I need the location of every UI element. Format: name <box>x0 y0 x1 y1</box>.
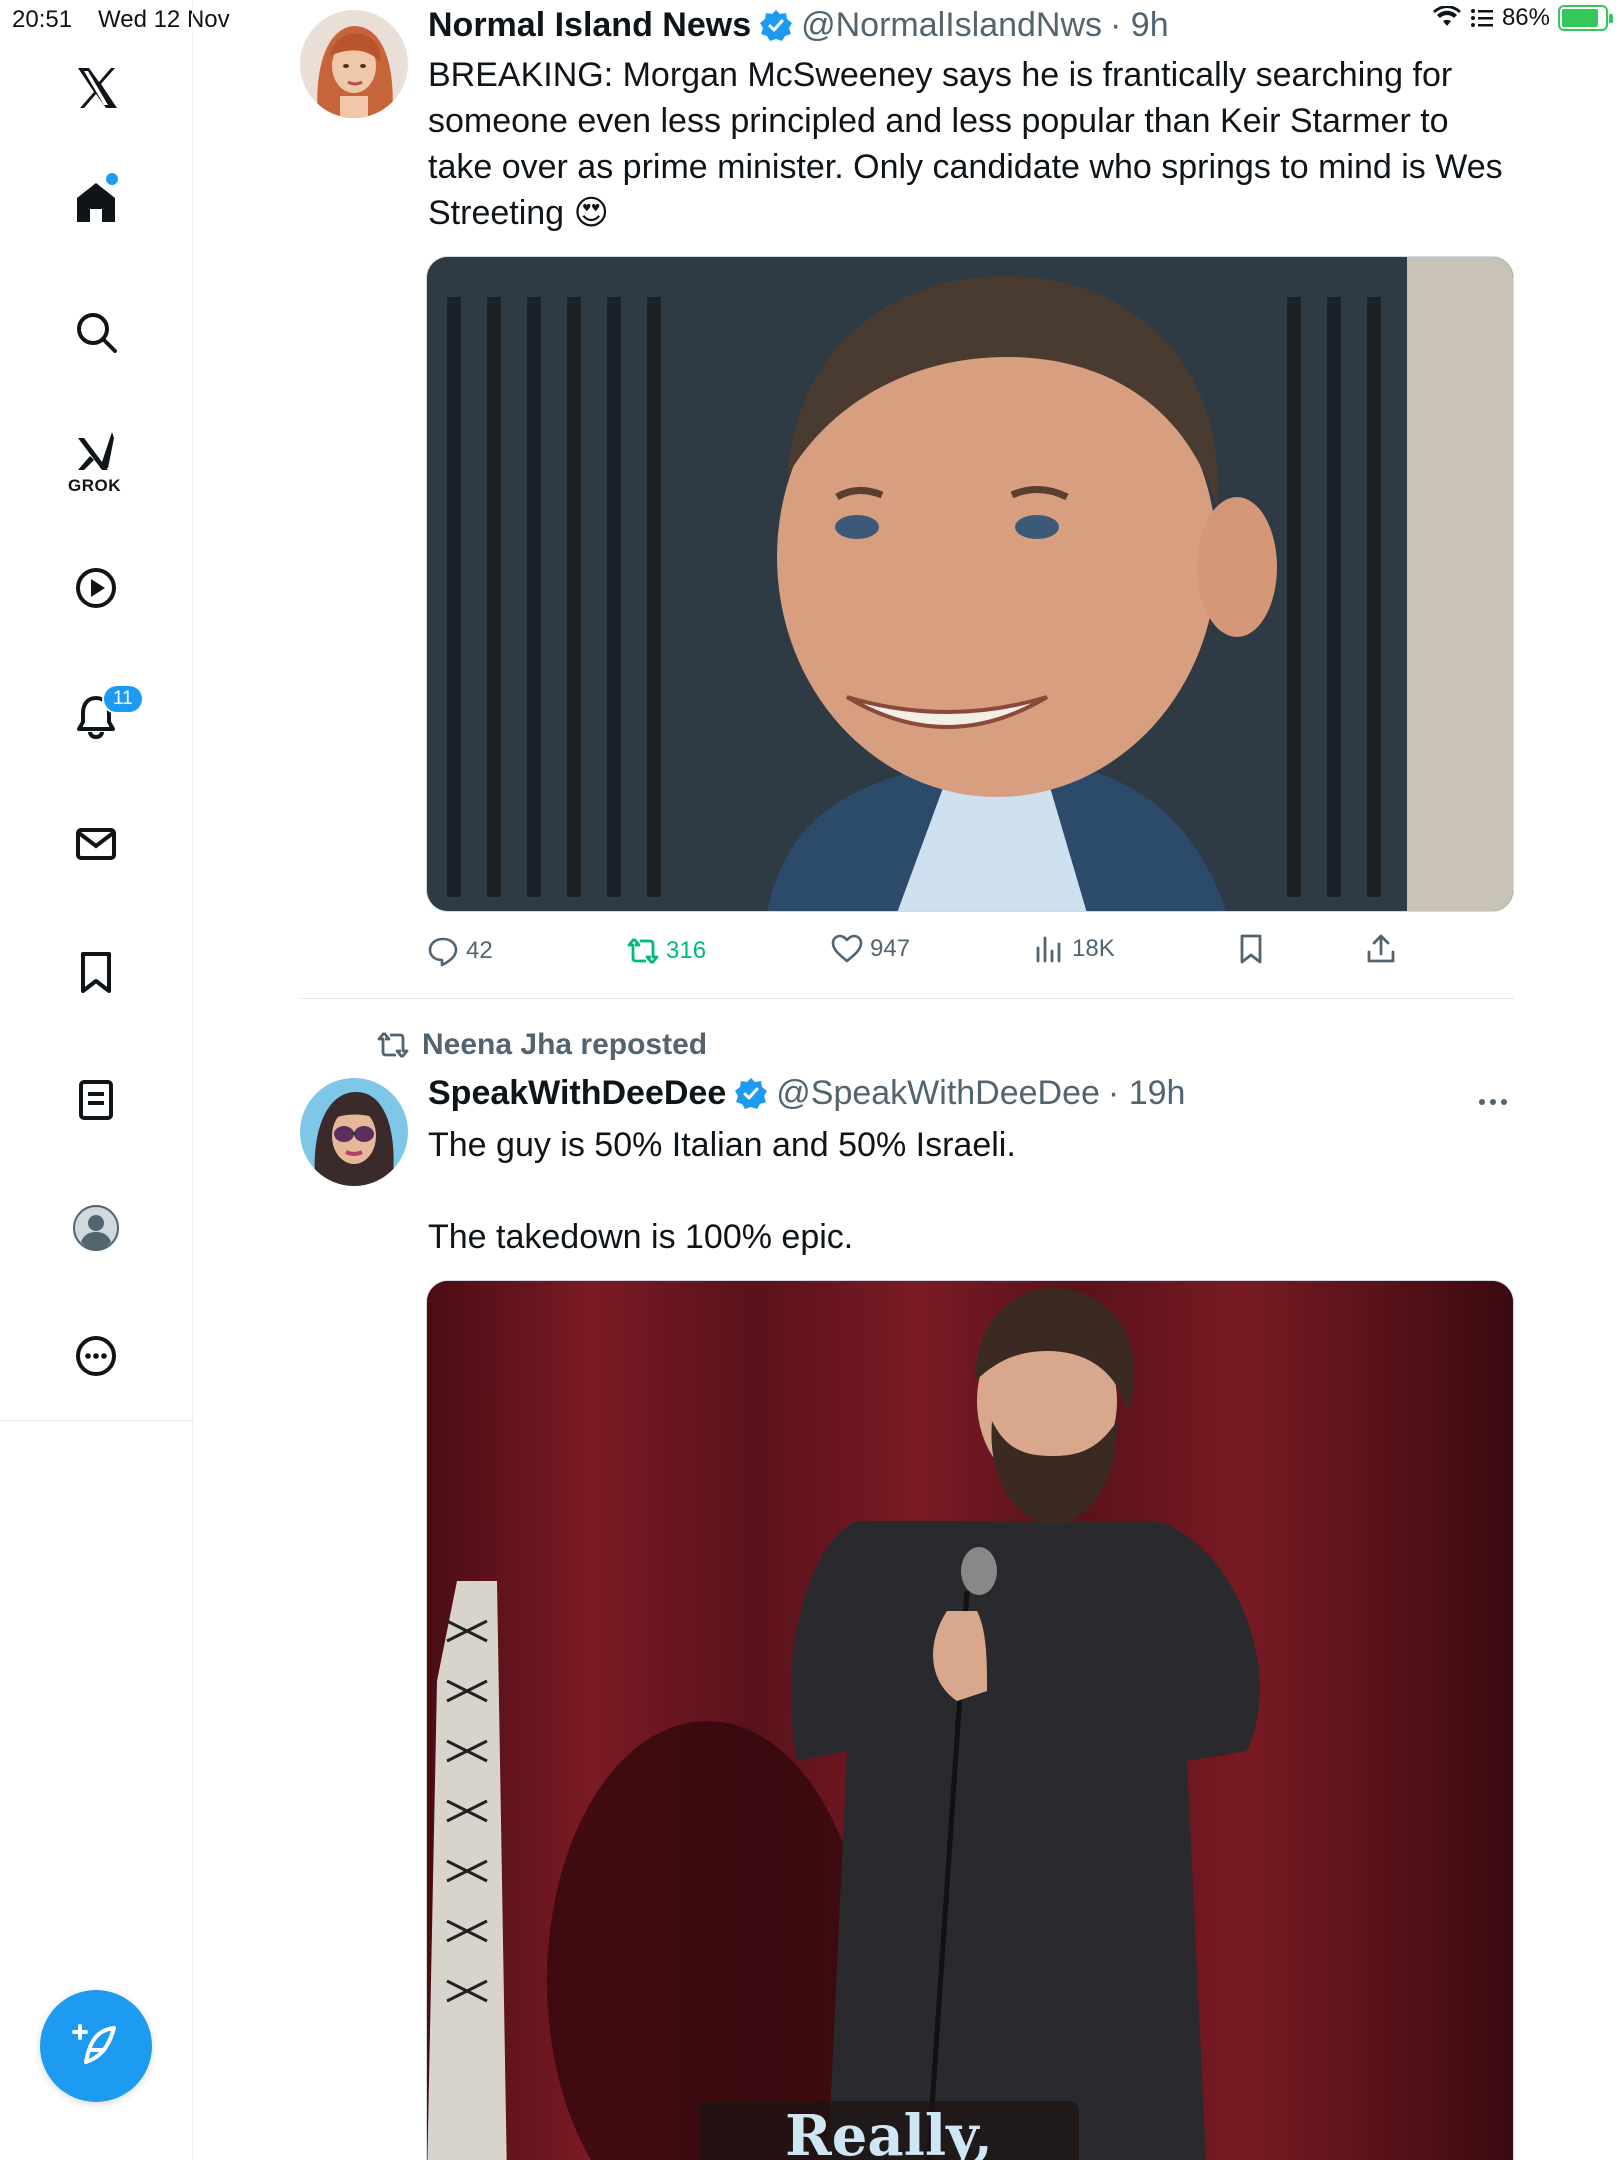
mail-icon <box>76 828 116 860</box>
reposted-by-label: Neena Jha reposted <box>422 1028 708 1061</box>
tweet-text: BREAKING: Morgan McSweeney says he is fr… <box>428 56 1503 232</box>
author-handle[interactable]: @NormalIslandNws <box>801 6 1102 45</box>
sidebar: GROK 11 <box>0 0 193 2160</box>
sidebar-item-more[interactable] <box>56 1316 136 1396</box>
tweet-video-illustration <box>427 1281 1513 2160</box>
sidebar-item-profile[interactable] <box>56 1188 136 1268</box>
x-logo-icon <box>78 68 117 108</box>
avatar-icon <box>73 1205 119 1251</box>
compose-post-button[interactable] <box>40 1990 152 2102</box>
sidebar-item-lists[interactable] <box>56 1060 136 1140</box>
views-button[interactable]: 18K <box>1032 932 1115 966</box>
repost-count: 316 <box>666 937 707 964</box>
reply-button[interactable]: 42 <box>426 934 493 968</box>
grok-label: GROK <box>68 476 121 495</box>
tweet-photo-illustration <box>427 257 1513 911</box>
bookmark-icon <box>1240 934 1262 964</box>
author-avatar-illustration <box>300 1078 408 1186</box>
repost-icon <box>627 938 659 964</box>
more-horizontal-icon <box>1479 1099 1507 1105</box>
home-icon <box>77 183 115 222</box>
battery-icon <box>1558 5 1613 31</box>
author-name[interactable]: SpeakWithDeeDee <box>428 1074 726 1113</box>
notifications-badge: 11 <box>102 684 144 714</box>
tweet-time[interactable]: · 9h <box>1110 6 1169 45</box>
author-avatar-illustration <box>300 10 408 118</box>
author-handle[interactable]: @SpeakWithDeeDee <box>776 1074 1100 1113</box>
reply-icon <box>428 937 458 967</box>
tweet-header: SpeakWithDeeDee @SpeakWithDeeDee · 19h <box>428 1074 1185 1113</box>
reply-count: 42 <box>466 937 493 964</box>
analytics-icon <box>1036 936 1061 963</box>
search-icon <box>77 313 117 353</box>
tweet-image[interactable] <box>426 256 1514 912</box>
verified-badge-icon <box>735 1077 768 1109</box>
status-indicators: 86% <box>1432 4 1613 32</box>
tweet-header: Normal Island News @NormalIslandNws · 9h <box>428 6 1169 45</box>
like-count: 947 <box>870 935 911 962</box>
verified-badge-icon <box>760 9 793 41</box>
video-caption: Really, <box>699 2101 1079 2160</box>
battery-percent: 86% <box>1501 4 1550 31</box>
tweet-video[interactable]: Really, <box>426 1280 1514 2160</box>
sidebar-item-messages[interactable] <box>56 804 136 884</box>
play-circle-icon <box>76 568 116 608</box>
view-count: 18K <box>1072 935 1115 962</box>
repost-button[interactable]: 316 <box>626 934 706 968</box>
compose-feather-icon <box>72 2024 116 2064</box>
focus-list-icon <box>1470 9 1493 27</box>
bookmark-icon <box>81 952 111 993</box>
sidebar-item-search[interactable] <box>56 292 136 372</box>
share-icon <box>1367 934 1395 963</box>
tweet-text-line-2: The takedown is 100% epic. <box>428 1218 854 1256</box>
more-circle-icon <box>76 1336 116 1376</box>
grok-icon <box>78 432 114 470</box>
repost-context[interactable]: Neena Jha reposted <box>376 1028 707 1062</box>
sidebar-divider <box>0 1420 193 1421</box>
heart-icon <box>831 934 863 963</box>
tweet-divider <box>300 998 1514 999</box>
tweet-text-line-1: The guy is 50% Italian and 50% Israeli. <box>428 1126 1016 1164</box>
x-logo-button[interactable] <box>56 48 136 128</box>
sidebar-item-videos[interactable] <box>56 548 136 628</box>
author-avatar[interactable] <box>300 1078 408 1186</box>
share-button[interactable] <box>1364 932 1398 966</box>
bookmark-button[interactable] <box>1234 932 1268 966</box>
repost-icon <box>377 1032 409 1058</box>
author-name[interactable]: Normal Island News <box>428 6 751 45</box>
wifi-icon <box>1432 6 1461 26</box>
list-icon <box>79 1080 113 1120</box>
more-options-button[interactable] <box>1478 1082 1508 1116</box>
author-avatar[interactable] <box>300 10 408 118</box>
tweet-time[interactable]: · 19h <box>1108 1074 1186 1113</box>
sidebar-item-home[interactable] <box>56 162 136 242</box>
like-button[interactable]: 947 <box>830 932 910 966</box>
home-notification-dot <box>106 173 118 185</box>
sidebar-item-bookmarks[interactable] <box>56 932 136 1012</box>
